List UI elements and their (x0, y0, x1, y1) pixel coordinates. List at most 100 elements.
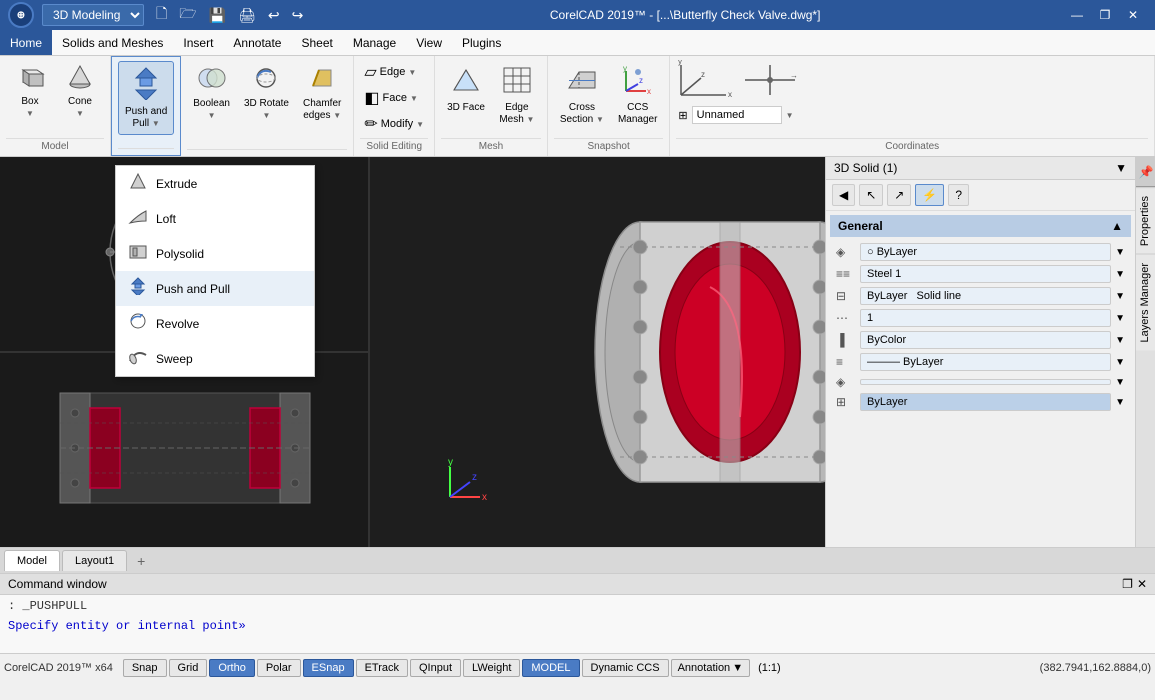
3d-face-icon (449, 64, 483, 100)
transparency-value[interactable] (860, 379, 1111, 385)
modify-icon: ✏ (364, 114, 377, 134)
extrude-menu-item[interactable]: Extrude (116, 166, 314, 201)
save-icon[interactable]: 💾 (205, 5, 230, 26)
open-icon[interactable]: 🗁 (175, 1, 200, 29)
undo-icon[interactable]: ↩ (264, 5, 284, 26)
close-button[interactable]: ✕ (1119, 0, 1147, 30)
dynamic-ccs-button[interactable]: Dynamic CCS (582, 659, 669, 677)
svg-text:y: y (678, 60, 682, 66)
minimize-button[interactable]: — (1063, 0, 1091, 30)
annotation-dropdown[interactable]: Annotation ▼ (671, 659, 751, 677)
boolean-button[interactable]: Boolean▼ (187, 60, 236, 126)
select-arrow1-button[interactable]: ↖ (859, 184, 883, 206)
menu-solids-meshes[interactable]: Solids and Meshes (52, 30, 173, 55)
main-3d-viewport[interactable]: x y z (370, 157, 825, 547)
mode-dropdown[interactable]: 3D Modeling (42, 4, 144, 26)
grid-button[interactable]: Grid (169, 659, 208, 677)
etrack-button[interactable]: ETrack (356, 659, 408, 677)
menu-sheet[interactable]: Sheet (291, 30, 342, 55)
add-tab-button[interactable]: + (129, 551, 153, 571)
select-back-button[interactable]: ◀ (832, 184, 855, 206)
properties-help-button[interactable]: ? (948, 184, 969, 206)
qinput-button[interactable]: QInput (410, 659, 461, 677)
layers-manager-tab[interactable]: Layers Manager (1136, 254, 1155, 351)
layout1-tab[interactable]: Layout1 (62, 550, 127, 571)
color-icon: ▐ (836, 333, 856, 347)
edge-button[interactable]: ▱ Edge ▼ (360, 60, 428, 84)
boolean-icon (197, 64, 227, 96)
3d-face-button[interactable]: 3D Face (441, 60, 491, 118)
menu-annotate[interactable]: Annotate (223, 30, 291, 55)
properties-collapse[interactable]: ▼ (1115, 161, 1127, 175)
ortho-button[interactable]: Ortho (209, 659, 255, 677)
maximize-button[interactable]: ❐ (1091, 0, 1119, 30)
menu-manage[interactable]: Manage (343, 30, 406, 55)
lineweight-value[interactable]: ——— ByLayer (860, 353, 1111, 371)
app-logo: ⊕ (8, 2, 34, 28)
ccs-name-input[interactable] (692, 106, 782, 124)
cross-section-button[interactable]: CrossSection ▼ (554, 60, 610, 130)
main-viewport-svg: x y z (370, 157, 825, 547)
box-button[interactable]: Box▼ (6, 60, 54, 124)
chamfer-edges-button[interactable]: Chamferedges ▼ (297, 60, 347, 126)
polysolid-menu-item[interactable]: Polysolid (116, 236, 314, 271)
loft-menu-item[interactable]: Loft (116, 201, 314, 236)
material-value[interactable]: Steel 1 (860, 265, 1111, 283)
3d-rotate-button[interactable]: 3D Rotate▼ (238, 60, 295, 126)
push-pull-menu-item[interactable]: Push and Pull (116, 271, 314, 306)
print-icon[interactable]: 🖨 (234, 5, 260, 26)
window-title: CorelCAD 2019™ - [...\Butterfly Check Va… (307, 8, 1063, 22)
cross-section-icon (565, 64, 599, 100)
menu-view[interactable]: View (406, 30, 452, 55)
menu-insert[interactable]: Insert (173, 30, 223, 55)
polar-button[interactable]: Polar (257, 659, 301, 677)
properties-tab[interactable]: Properties (1136, 187, 1155, 254)
transparency-dropdown-icon[interactable]: ▼ (1115, 377, 1125, 388)
menu-plugins[interactable]: Plugins (452, 30, 511, 55)
layer-dropdown-icon[interactable]: ▼ (1115, 247, 1125, 258)
new-icon[interactable]: 🗋 (152, 1, 171, 29)
ribbon-group-mesh: 3D Face EdgeMesh ▼ Mesh (435, 56, 548, 156)
push-pull-icon (130, 66, 162, 104)
esnap-button[interactable]: ESnap (303, 659, 354, 677)
command-line2[interactable]: Specify entity or internal point» (0, 617, 1155, 635)
model-tab[interactable]: Model (4, 550, 60, 571)
face-button[interactable]: ◧ Face ▼ (360, 86, 428, 110)
properties-active-button[interactable]: ⚡ (915, 184, 944, 206)
lweight-button[interactable]: LWeight (463, 659, 520, 677)
select-arrow2-button[interactable]: ↗ (887, 184, 911, 206)
scale-display: (1:1) (752, 662, 787, 674)
plot-layer-value[interactable]: ByLayer (860, 393, 1111, 411)
ccs-manager-icon: x y z (621, 64, 655, 100)
edge-mesh-button[interactable]: EdgeMesh ▼ (493, 60, 541, 130)
linetype-value[interactable]: ByLayer Solid line (860, 287, 1111, 305)
modify-label: Modify (381, 118, 413, 130)
color-dropdown-icon[interactable]: ▼ (1115, 335, 1125, 346)
command-window-close[interactable]: ✕ (1137, 577, 1147, 591)
redo-icon[interactable]: ↪ (288, 5, 308, 26)
ccs-label: ⊞ (678, 109, 687, 122)
sweep-menu-item[interactable]: Sweep (116, 341, 314, 376)
plot-layer-dropdown-icon[interactable]: ▼ (1115, 397, 1125, 408)
command-window-resize[interactable]: ❐ (1122, 577, 1133, 591)
revolve-menu-item[interactable]: Revolve (116, 306, 314, 341)
pin-button[interactable]: 📌 (1136, 157, 1155, 187)
viewport-bottom-left[interactable] (0, 353, 368, 547)
push-pull-button[interactable]: Push andPull ▼ (118, 61, 174, 135)
ccs-dropdown-arrow[interactable]: ▼ (786, 111, 794, 120)
coordinates-group-label: Coordinates (676, 138, 1148, 152)
linetype-dropdown-icon[interactable]: ▼ (1115, 291, 1125, 302)
snap-button[interactable]: Snap (123, 659, 167, 677)
scale-value[interactable]: 1 (860, 309, 1111, 327)
material-dropdown-icon[interactable]: ▼ (1115, 269, 1125, 280)
modify-button[interactable]: ✏ Modify ▼ (360, 112, 428, 136)
ccs-manager-button[interactable]: x y z CCSManager (612, 60, 663, 130)
layer-value[interactable]: ○ ByLayer (860, 243, 1111, 261)
color-value[interactable]: ByColor (860, 331, 1111, 349)
cone-button[interactable]: Cone▼ (56, 60, 104, 124)
scale-dropdown-icon[interactable]: ▼ (1115, 313, 1125, 324)
model-button[interactable]: MODEL (522, 659, 579, 677)
lineweight-dropdown-icon[interactable]: ▼ (1115, 357, 1125, 368)
general-collapse-icon[interactable]: ▲ (1111, 219, 1123, 233)
menu-home[interactable]: Home (0, 30, 52, 55)
